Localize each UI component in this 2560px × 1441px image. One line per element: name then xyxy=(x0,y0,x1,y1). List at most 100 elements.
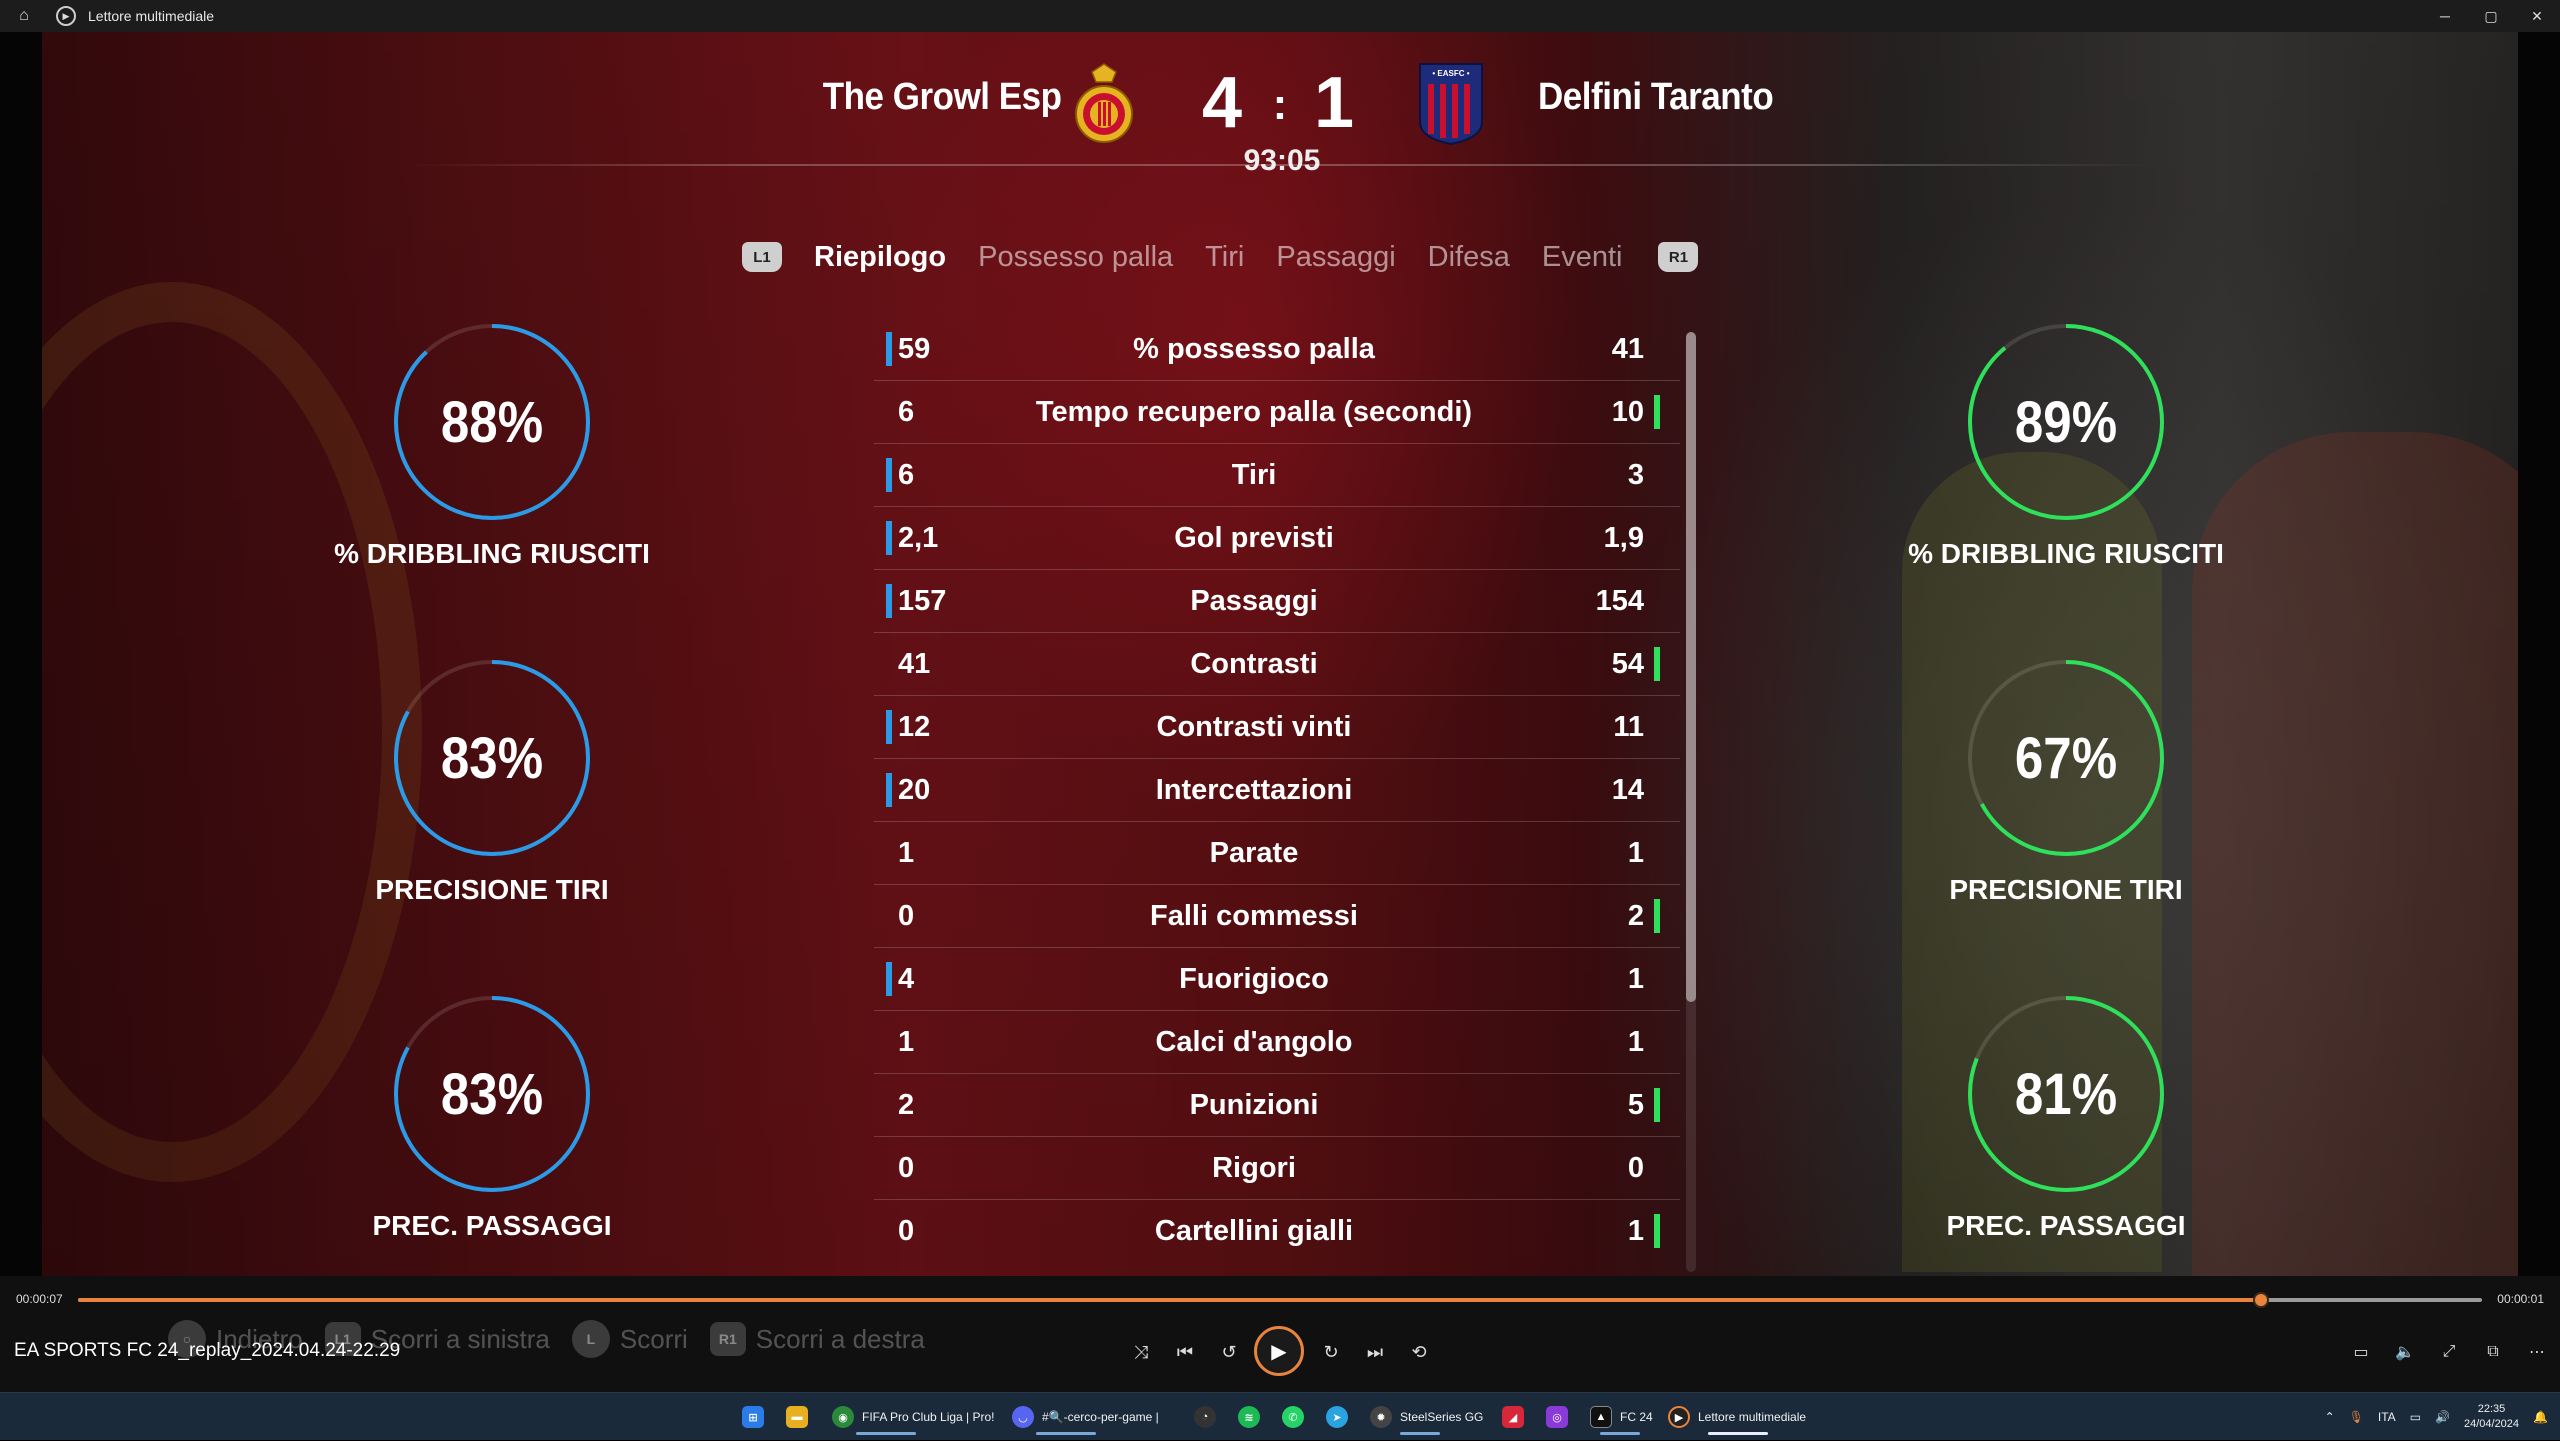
taskbar-file-explorer[interactable]: ▬ xyxy=(786,1399,808,1435)
away-score: 1 xyxy=(1313,63,1355,143)
taskbar-item-label: Lettore multimediale xyxy=(1698,1410,1807,1424)
taskbar-media-player[interactable]: ▶ Lettore multimediale xyxy=(1668,1399,1806,1435)
discord-icon: ◡ xyxy=(1012,1406,1034,1428)
stat-row: 1 Calci d'angolo 1 xyxy=(874,1011,1680,1074)
microphone-icon[interactable]: 🎙 xyxy=(2349,1410,2364,1424)
home-stat-value: 4 xyxy=(898,963,915,995)
scoreboard: The Growl Esp 4 : 1 • EASFC • Delfini Ta… xyxy=(42,32,2518,182)
miniplayer-icon[interactable]: ⧉ xyxy=(2478,1338,2508,1366)
stat-label: Parate xyxy=(1209,837,1299,869)
stat-row: 59 % possesso palla 41 xyxy=(874,318,1680,381)
stats-scrollbar[interactable] xyxy=(1686,332,1696,1272)
taskbar-red-app[interactable]: ◢ xyxy=(1502,1399,1524,1435)
away-shot-accuracy-ring: 67% xyxy=(1966,658,2166,858)
tab-possesso-palla[interactable]: Possesso palla xyxy=(978,241,1173,274)
taskbar-whatsapp[interactable]: ✆ xyxy=(1282,1399,1304,1435)
l1-button-hint[interactable]: L1 xyxy=(742,242,782,272)
ea-fc-icon: ▲ xyxy=(1590,1406,1612,1428)
tab-passaggi[interactable]: Passaggi xyxy=(1276,241,1395,274)
chrome-icon: ◉ xyxy=(832,1406,854,1428)
left-stick-hint-icon: L xyxy=(571,1320,610,1358)
seek-bar[interactable] xyxy=(78,1292,2482,1308)
volume-icon[interactable]: 🔈 xyxy=(2390,1338,2420,1366)
match-clock: 93:05 xyxy=(1243,144,1321,177)
home-stat-value: 1 xyxy=(898,837,915,869)
red-app-icon: ◢ xyxy=(1502,1406,1524,1428)
fullscreen-icon[interactable]: ⤢ xyxy=(2434,1338,2464,1366)
tab-tiri[interactable]: Tiri xyxy=(1205,241,1244,274)
shuffle-icon[interactable]: ⤨ xyxy=(1128,1338,1154,1366)
home-stat-value: 6 xyxy=(898,459,915,491)
away-stat-value: 2 xyxy=(1627,900,1644,932)
windows-icon: ⊞ xyxy=(742,1406,764,1428)
taskbar-telegram[interactable]: ➤ xyxy=(1326,1399,1348,1435)
stat-label: Intercettazioni xyxy=(1155,774,1353,806)
away-stat-value: 1 xyxy=(1627,1215,1644,1247)
stat-row: 0 Falli commessi 2 xyxy=(874,885,1680,948)
taskbar-purple-app[interactable]: ◎ xyxy=(1546,1399,1568,1435)
stat-row: 20 Intercettazioni 14 xyxy=(874,759,1680,822)
subtitles-icon[interactable]: ▭ xyxy=(2346,1338,2376,1366)
tab-difesa[interactable]: Difesa xyxy=(1428,241,1510,274)
home-stat-value: 20 xyxy=(898,774,931,806)
away-stat-value: 5 xyxy=(1627,1089,1644,1121)
home-pass-accuracy-value: 83% xyxy=(440,1061,544,1127)
home-score: 4 xyxy=(1201,63,1243,143)
maximize-button[interactable]: ▢ xyxy=(2468,0,2514,32)
r1-button-hint[interactable]: R1 xyxy=(1658,242,1699,272)
more-options-icon[interactable]: ⋯ xyxy=(2522,1338,2552,1366)
system-clock[interactable]: 22:35 24/04/2024 xyxy=(2464,1402,2519,1432)
previous-icon[interactable]: ⏮ xyxy=(1172,1338,1198,1366)
windows-taskbar: ⊞ ▬ ◉ FIFA Pro Club Liga | Pro! ◡ #🔍-cerco… xyxy=(0,1392,2560,1440)
away-stat-value: 10 xyxy=(1611,396,1644,428)
speaker-icon[interactable]: 🔊 xyxy=(2435,1410,2450,1424)
tab-eventi[interactable]: Eventi xyxy=(1542,241,1623,274)
stat-label: Gol previsti xyxy=(1174,522,1334,554)
show-hidden-icons-chevron-icon[interactable]: ⌃ xyxy=(2325,1410,2335,1424)
away-stat-value: 14 xyxy=(1611,774,1644,806)
forward-30-icon[interactable]: ↻ xyxy=(1318,1338,1344,1366)
language-indicator[interactable]: ITA xyxy=(2378,1410,2396,1424)
home-team-crest-icon xyxy=(1072,62,1136,146)
taskbar-discord[interactable]: ◡ #🔍-cerco-per-game | xyxy=(1012,1399,1159,1435)
minimize-button[interactable]: ─ xyxy=(2422,0,2468,32)
rewind-10-icon[interactable]: ↺ xyxy=(1216,1338,1242,1366)
home-stat-value: 0 xyxy=(898,900,915,932)
stat-label: Contrasti vinti xyxy=(1156,711,1352,743)
stats-table[interactable]: 59% possesso palla 41 6 Tempo recupero pal… xyxy=(874,318,1680,1263)
system-date: 24/04/2024 xyxy=(2463,1418,2520,1430)
taskbar-item-label: FIFA Pro Club Liga | Pro! xyxy=(862,1410,995,1424)
network-icon[interactable]: ▭ xyxy=(2410,1410,2421,1424)
window-controls: ─ ▢ ✕ xyxy=(2422,0,2560,32)
away-lead-bar xyxy=(1654,1214,1660,1248)
media-player-icon: ▶ xyxy=(1668,1406,1690,1428)
away-lead-bar xyxy=(1654,395,1660,429)
stats-scrollbar-thumb[interactable] xyxy=(1686,332,1696,1002)
video-area[interactable]: The Growl Esp 4 : 1 • EASFC • Delfini Ta… xyxy=(0,32,2560,1276)
start-button[interactable]: ⊞ xyxy=(742,1399,764,1435)
away-stat-value: 0 xyxy=(1627,1152,1644,1184)
away-stat-value: 41 xyxy=(1611,333,1644,365)
away-dribbling-label: % DRIBBLING RIUSCITI xyxy=(1908,538,2224,569)
home-lead-bar xyxy=(886,710,892,744)
r1-hint-icon: R1 xyxy=(709,1322,746,1356)
close-button[interactable]: ✕ xyxy=(2514,0,2560,32)
taskbar-chrome[interactable]: ◉ FIFA Pro Club Liga | Pro! xyxy=(832,1399,995,1435)
next-icon[interactable]: ⏭ xyxy=(1362,1338,1388,1366)
play-button[interactable]: ▶ xyxy=(1254,1326,1304,1376)
taskbar-spotify[interactable]: ≋ xyxy=(1238,1399,1260,1435)
away-stat-value: 1,9 xyxy=(1603,522,1644,554)
away-dribbling-value: 89% xyxy=(2014,389,2118,455)
repeat-off-icon[interactable]: ⟲ xyxy=(1406,1338,1432,1366)
tab-riepilogo[interactable]: Riepilogo xyxy=(814,241,946,274)
stat-label: Rigori xyxy=(1212,1152,1296,1184)
system-time: 22:35 xyxy=(2477,1403,2506,1415)
notifications-bell-icon[interactable]: 🔔 xyxy=(2533,1410,2548,1424)
seek-bar-handle[interactable] xyxy=(2252,1292,2269,1308)
window-title: Lettore multimediale xyxy=(88,8,215,24)
taskbar-steelseries-small[interactable]: ◔ xyxy=(1194,1399,1216,1435)
taskbar-fc24[interactable]: ▲ FC 24 xyxy=(1590,1399,1653,1435)
home-icon[interactable]: ⌂ xyxy=(0,0,48,32)
away-stat-value: 1 xyxy=(1627,963,1644,995)
taskbar-steelseries-gg[interactable]: ✹ SteelSeries GG xyxy=(1370,1399,1483,1435)
